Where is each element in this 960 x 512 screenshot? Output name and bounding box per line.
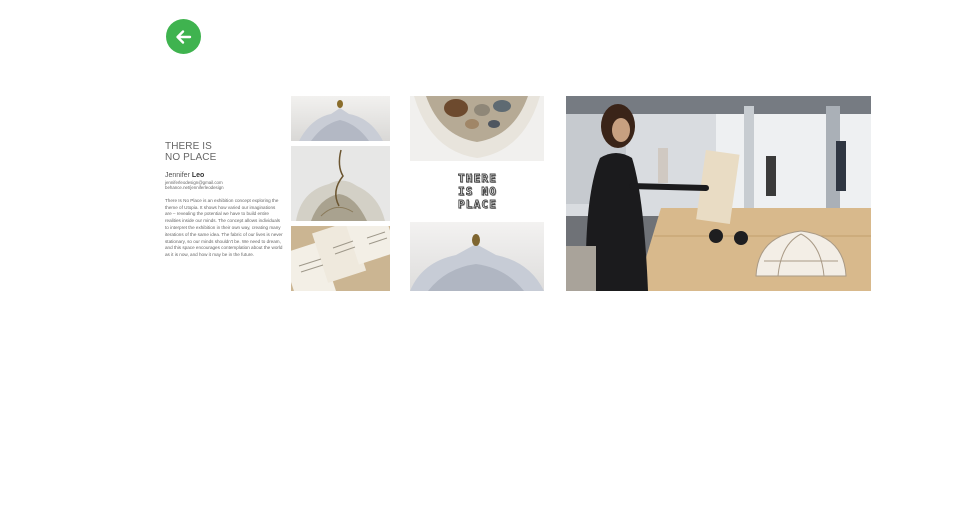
gallery-photo-lamp-side[interactable]	[410, 222, 544, 291]
author-behance-link[interactable]: behance.net/jenniferleodesign	[165, 185, 283, 190]
gallery-photo-exhibition[interactable]	[566, 96, 871, 291]
typography-line: THERE	[457, 171, 498, 185]
gallery-photo-lamp-wire[interactable]	[291, 146, 390, 221]
project-info: THERE IS NO PLACE Jennifer Leo jenniferl…	[165, 141, 283, 264]
typography-line: PLACE	[457, 197, 498, 211]
project-title: THERE IS NO PLACE	[165, 141, 283, 163]
project-title-line2: NO PLACE	[165, 152, 217, 163]
typography-card[interactable]: THERE IS NO PLACE	[411, 163, 544, 219]
author-last-name: Leo	[191, 172, 205, 179]
project-title-line1: THERE IS	[165, 141, 212, 152]
typography-line: IS NO	[457, 184, 498, 198]
back-button[interactable]	[166, 19, 201, 54]
gallery-photo-lamp-top[interactable]	[291, 96, 390, 141]
arrow-left-icon	[175, 29, 191, 44]
author-first-name: Jennifer	[165, 172, 190, 179]
gallery-photo-booklets[interactable]	[291, 226, 390, 291]
author-name: Jennifer Leo	[165, 172, 283, 179]
author-contact: jenniferleodesign@gmail.com behance.net/…	[165, 180, 283, 191]
project-description: There Is No Place is an exhibition conce…	[165, 197, 283, 258]
gallery-photo-objects-bowl[interactable]	[410, 96, 544, 161]
